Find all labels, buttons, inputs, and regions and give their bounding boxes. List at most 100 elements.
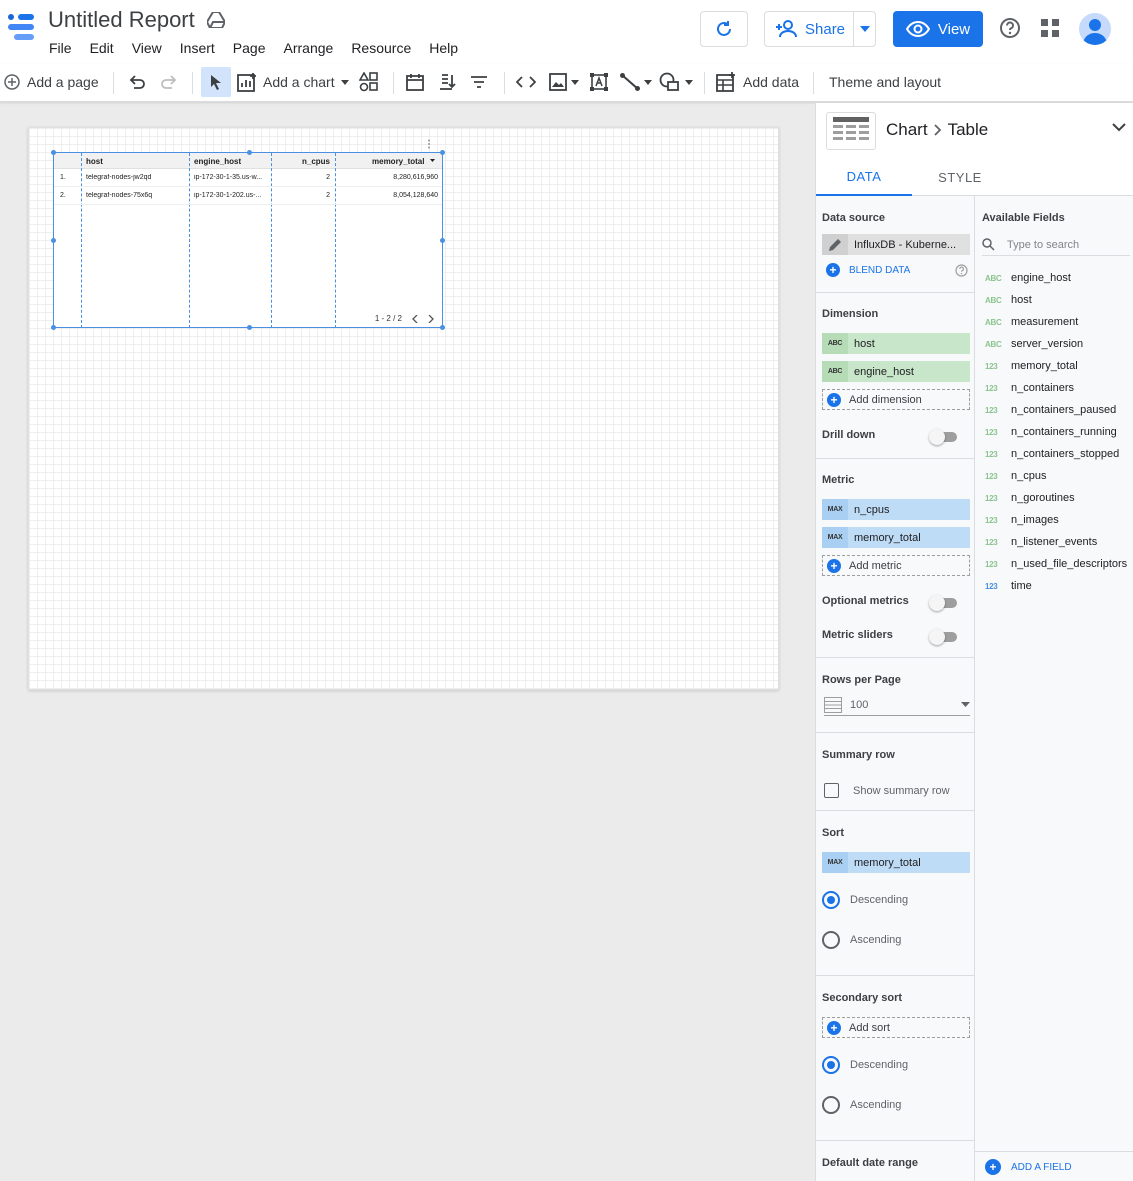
drive-icon[interactable] [206, 12, 225, 28]
field-item[interactable]: 123 n_cpus [985, 465, 1046, 487]
share-button[interactable]: Share [764, 11, 876, 47]
eye-icon [905, 21, 930, 37]
chart-type-selector[interactable] [826, 112, 876, 150]
report-canvas[interactable]: host engine_host n_cpus memory_total 1. … [28, 127, 779, 690]
field-item[interactable]: 123 n_listener_events [985, 531, 1097, 553]
field-search[interactable]: Type to search [982, 234, 1130, 256]
drag-handle-icon[interactable] [427, 139, 431, 149]
field-item[interactable]: 123 n_images [985, 509, 1059, 531]
drill-down-toggle[interactable] [929, 429, 957, 445]
column-header-n-cpus[interactable]: n_cpus [302, 157, 330, 166]
menu-page[interactable]: Page [224, 38, 275, 58]
undo-button[interactable] [128, 64, 146, 100]
dimension-chip-host[interactable]: ABC host [822, 333, 970, 354]
add-field-button[interactable]: + ADD A FIELD [985, 1159, 1072, 1175]
report-title[interactable]: Untitled Report [48, 7, 195, 33]
sort-descending-radio[interactable]: Descending [822, 891, 908, 909]
tab-data[interactable]: DATA [816, 159, 912, 196]
metric-sliders-toggle[interactable] [929, 629, 957, 645]
field-item[interactable]: ABC engine_host [985, 267, 1071, 289]
menu-help[interactable]: Help [420, 38, 467, 58]
field-item[interactable]: 123 memory_total [985, 355, 1078, 377]
menu-view[interactable]: View [123, 38, 171, 58]
resize-handle[interactable] [440, 325, 445, 330]
field-item[interactable]: 123 n_containers_running [985, 421, 1117, 443]
refresh-button[interactable] [700, 11, 748, 47]
search-input[interactable]: Type to search [1007, 239, 1079, 251]
field-item[interactable]: 123 n_containers_stopped [985, 443, 1119, 465]
show-summary-row-checkbox[interactable]: Show summary row [824, 783, 950, 798]
share-dropdown-button[interactable] [853, 12, 875, 46]
filter-control-button[interactable] [470, 64, 488, 100]
field-item[interactable]: ABC measurement [985, 311, 1078, 333]
field-item[interactable]: 123 n_used_file_descriptors [985, 553, 1127, 575]
resize-handle[interactable] [51, 238, 56, 243]
resize-handle[interactable] [51, 325, 56, 330]
sort-ascending-radio[interactable]: Ascending [822, 931, 901, 949]
menu-file[interactable]: File [40, 38, 81, 58]
field-name: n_containers_paused [1011, 404, 1117, 416]
menu-arrange[interactable]: Arrange [275, 38, 343, 58]
resize-handle[interactable] [51, 150, 56, 155]
field-item[interactable]: ABC server_version [985, 333, 1083, 355]
data-studio-logo-icon[interactable] [6, 12, 36, 42]
column-header-host[interactable]: host [86, 157, 103, 166]
add-metric-button[interactable]: + Add metric [822, 555, 970, 576]
chevron-left-icon[interactable] [412, 314, 418, 323]
metric-chip-n-cpus[interactable]: MAX n_cpus [822, 499, 970, 520]
help-icon[interactable] [999, 17, 1021, 39]
help-icon[interactable] [955, 264, 968, 277]
view-button[interactable]: View [893, 11, 983, 47]
secondary-sort-ascending-radio[interactable]: Ascending [822, 1096, 901, 1114]
tab-style[interactable]: STYLE [912, 159, 1008, 196]
add-chart-button[interactable]: Add a chart [237, 64, 349, 100]
data-control-button[interactable] [439, 64, 457, 100]
column-header-engine-host[interactable]: engine_host [194, 157, 241, 166]
chevron-right-icon[interactable] [428, 314, 434, 323]
theme-and-layout-button[interactable]: Theme and layout [829, 64, 941, 100]
embed-url-button[interactable] [516, 64, 536, 100]
resize-handle[interactable] [247, 325, 252, 330]
column-header-memory-total[interactable]: memory_total [372, 157, 424, 166]
optional-metrics-toggle[interactable] [929, 595, 957, 611]
data-source-chip[interactable]: InfluxDB - Kuberne... [822, 234, 970, 255]
field-item[interactable]: 123 n_containers_paused [985, 399, 1116, 421]
redo-button[interactable] [160, 64, 178, 100]
add-data-button[interactable]: Add data [716, 64, 799, 100]
shape-button[interactable] [659, 64, 693, 100]
line-button[interactable] [620, 64, 652, 100]
dimension-chip-engine-host[interactable]: ABC engine_host [822, 361, 970, 382]
properties-panel: Chart Table DATA STYLE Data source Influ… [815, 103, 1133, 1181]
add-dimension-button[interactable]: + Add dimension [822, 389, 970, 410]
field-item[interactable]: 123 n_containers [985, 377, 1074, 399]
secondary-sort-descending-radio[interactable]: Descending [822, 1056, 908, 1074]
rows-per-page-select[interactable]: 100 [824, 694, 970, 716]
add-data-label: Add data [743, 74, 800, 90]
field-item[interactable]: 123 time [985, 575, 1032, 597]
resize-handle[interactable] [440, 238, 445, 243]
menu-insert[interactable]: Insert [171, 38, 224, 58]
add-sort-button[interactable]: + Add sort [822, 1017, 970, 1038]
sort-field-chip[interactable]: MAX memory_total [822, 852, 970, 873]
menu-resource[interactable]: Resource [342, 38, 420, 58]
resize-handle[interactable] [247, 150, 252, 155]
image-button[interactable] [549, 64, 579, 100]
menu-edit[interactable]: Edit [81, 38, 123, 58]
chevron-down-icon[interactable] [1112, 123, 1126, 132]
date-range-control-button[interactable] [406, 64, 424, 100]
field-type-badge: 123 [985, 383, 998, 393]
avatar[interactable] [1079, 13, 1111, 45]
text-box-button[interactable] [590, 64, 608, 100]
community-viz-button[interactable] [359, 64, 379, 100]
resize-handle[interactable] [440, 150, 445, 155]
field-item[interactable]: ABC host [985, 289, 1032, 311]
metric-chip-memory-total[interactable]: MAX memory_total [822, 527, 970, 548]
table-chart[interactable]: host engine_host n_cpus memory_total 1. … [51, 139, 445, 330]
field-item[interactable]: 123 n_goroutines [985, 487, 1075, 509]
apps-grid-icon[interactable] [1041, 19, 1059, 37]
select-tool-button[interactable] [201, 67, 231, 97]
field-type-badge: ABC [985, 339, 1002, 349]
blend-data-button[interactable]: + BLEND DATA [826, 263, 910, 277]
field-type-badge: 123 [985, 405, 998, 415]
add-page-button[interactable]: Add a page [4, 64, 99, 100]
